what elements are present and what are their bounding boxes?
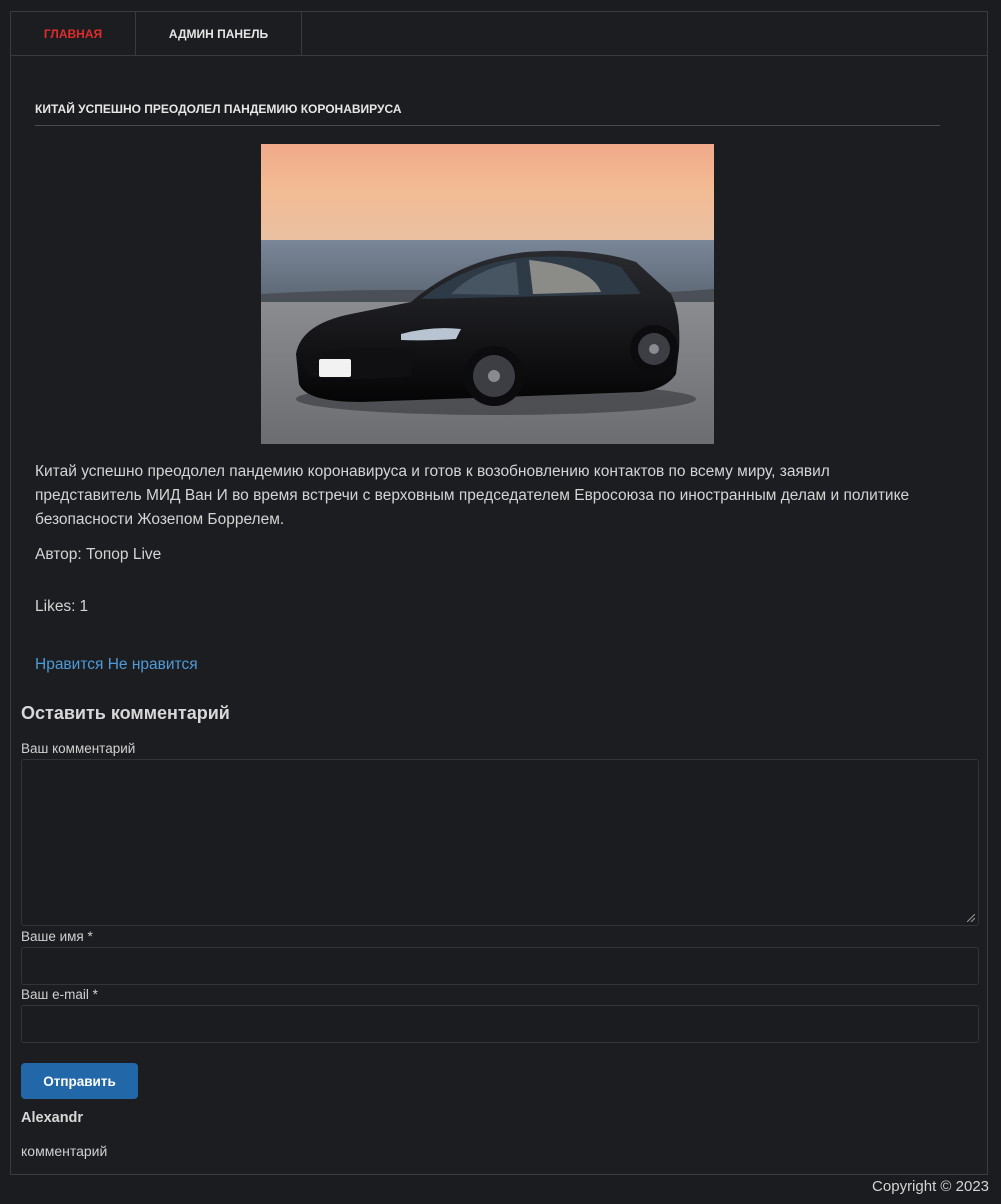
likes-label: Likes: (35, 598, 76, 615)
likes-value: 1 (79, 598, 89, 615)
article-title: КИТАЙ УСПЕШНО ПРЕОДОЛЕЛ ПАНДЕМИЮ КОРОНАВ… (35, 102, 940, 126)
reactions: Нравится Не нравится (35, 656, 198, 674)
name-field-label: Ваше имя * (21, 929, 93, 944)
nav-item-home[interactable]: ГЛАВНАЯ (11, 12, 136, 55)
comment-author: Alexandr (21, 1110, 84, 1126)
nav-item-admin-panel[interactable]: АДМИН ПАНЕЛЬ (136, 12, 302, 55)
submit-button[interactable]: Отправить (21, 1063, 138, 1099)
email-input[interactable] (21, 1005, 979, 1043)
top-nav: ГЛАВНАЯ АДМИН ПАНЕЛЬ (11, 12, 987, 56)
like-link[interactable]: Нравится (35, 656, 103, 673)
comment-textarea[interactable] (21, 759, 979, 926)
likes-count: Likes: 1 (35, 598, 88, 616)
article-author: Автор: Топор Live (35, 546, 162, 563)
dislike-link[interactable]: Не нравится (108, 656, 198, 673)
comment-form-heading: Оставить комментарий (21, 703, 230, 723)
name-input[interactable] (21, 947, 979, 985)
resize-grip-icon[interactable] (967, 914, 975, 922)
copyright: Copyright © 2023 (872, 1178, 989, 1195)
article-body: Китай успешно преодолел пандемию коронав… (35, 463, 910, 528)
page-frame: ГЛАВНАЯ АДМИН ПАНЕЛЬ КИТАЙ УСПЕШНО ПРЕОД… (10, 11, 988, 1175)
email-field-label: Ваш e-mail * (21, 987, 98, 1002)
comment-text: комментарий (21, 1143, 108, 1159)
article-image (261, 144, 714, 444)
comment-field-label: Ваш комментарий (21, 741, 136, 756)
